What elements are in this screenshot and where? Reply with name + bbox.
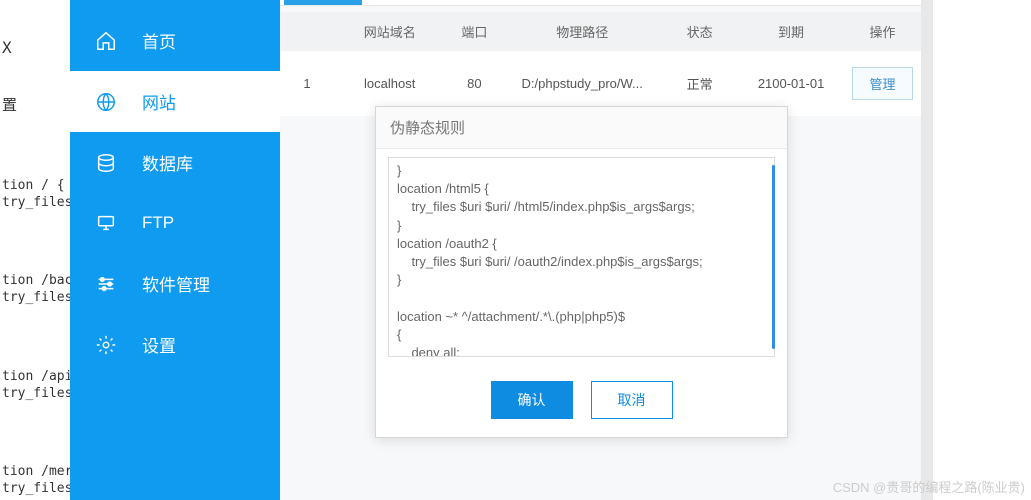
- gear-icon: [94, 333, 118, 357]
- cell-idx: 1: [280, 76, 334, 91]
- ftp-icon: [94, 211, 118, 235]
- sidebar: 首页 网站 数据库 FTP 软件管理 设置: [70, 0, 280, 500]
- cell-status: 正常: [661, 74, 738, 93]
- rules-textarea[interactable]: } location /html5 { try_files $uri $uri/…: [388, 157, 775, 357]
- modal-footer: 确认 取消: [376, 369, 787, 437]
- bg-block: tion /bac try_files: [2, 273, 68, 307]
- manage-button[interactable]: 管理: [852, 67, 912, 100]
- bg-block: tion / { try_files: [2, 178, 68, 212]
- sidebar-item-home[interactable]: 首页: [70, 10, 280, 71]
- confirm-button[interactable]: 确认: [491, 381, 573, 419]
- website-table: 网站域名 端口 物理路径 状态 到期 操作 1 localhost 80 D:/…: [280, 12, 921, 116]
- col-domain: 网站域名: [334, 22, 446, 41]
- textarea-scrollbar[interactable]: [772, 165, 775, 349]
- watermark: CSDN @贵哥的编程之路(陈业贵): [833, 477, 1025, 496]
- cell-path: D:/phpstudy_pro/W...: [503, 76, 661, 91]
- background-code: X 置 tion / { try_files tion /bac try_fil…: [0, 0, 70, 500]
- sidebar-item-label: 首页: [142, 28, 176, 53]
- sidebar-item-software[interactable]: 软件管理: [70, 253, 280, 314]
- sidebar-item-label: 设置: [142, 332, 176, 357]
- col-ops: 操作: [844, 22, 921, 41]
- sidebar-item-ftp[interactable]: FTP: [70, 193, 280, 253]
- rewrite-rules-modal: 伪静态规则 } location /html5 { try_files $uri…: [375, 106, 788, 438]
- col-status: 状态: [661, 22, 738, 41]
- cell-domain: localhost: [334, 76, 446, 91]
- modal-title: 伪静态规则: [376, 107, 787, 149]
- bg-title: X: [2, 38, 68, 59]
- bg-block: tion /api try_files: [2, 369, 68, 403]
- active-tab-indicator: [284, 0, 362, 5]
- sidebar-item-settings[interactable]: 设置: [70, 314, 280, 375]
- sidebar-item-label: FTP: [142, 213, 174, 233]
- cell-expire: 2100-01-01: [738, 76, 844, 91]
- database-icon: [94, 151, 118, 175]
- cell-port: 80: [446, 76, 504, 91]
- tab-strip: [280, 0, 921, 6]
- sidebar-item-website[interactable]: 网站: [70, 71, 280, 132]
- sidebar-item-database[interactable]: 数据库: [70, 132, 280, 193]
- col-idx: [280, 22, 334, 41]
- sliders-icon: [94, 272, 118, 296]
- col-expire: 到期: [738, 22, 844, 41]
- table-header: 网站域名 端口 物理路径 状态 到期 操作: [280, 12, 921, 51]
- col-port: 端口: [446, 22, 504, 41]
- sidebar-item-label: 数据库: [142, 150, 193, 175]
- modal-body: } location /html5 { try_files $uri $uri/…: [376, 149, 787, 369]
- bg-subtitle: 置: [2, 96, 68, 116]
- sidebar-item-label: 网站: [142, 89, 176, 114]
- scrollbar-track[interactable]: [921, 0, 933, 500]
- bg-block: tion /mer try_files: [2, 464, 68, 498]
- sidebar-item-label: 软件管理: [142, 271, 210, 296]
- cell-ops: 管理: [844, 67, 921, 100]
- cancel-button[interactable]: 取消: [591, 381, 673, 419]
- home-icon: [94, 29, 118, 53]
- col-path: 物理路径: [503, 22, 661, 41]
- globe-icon: [94, 90, 118, 114]
